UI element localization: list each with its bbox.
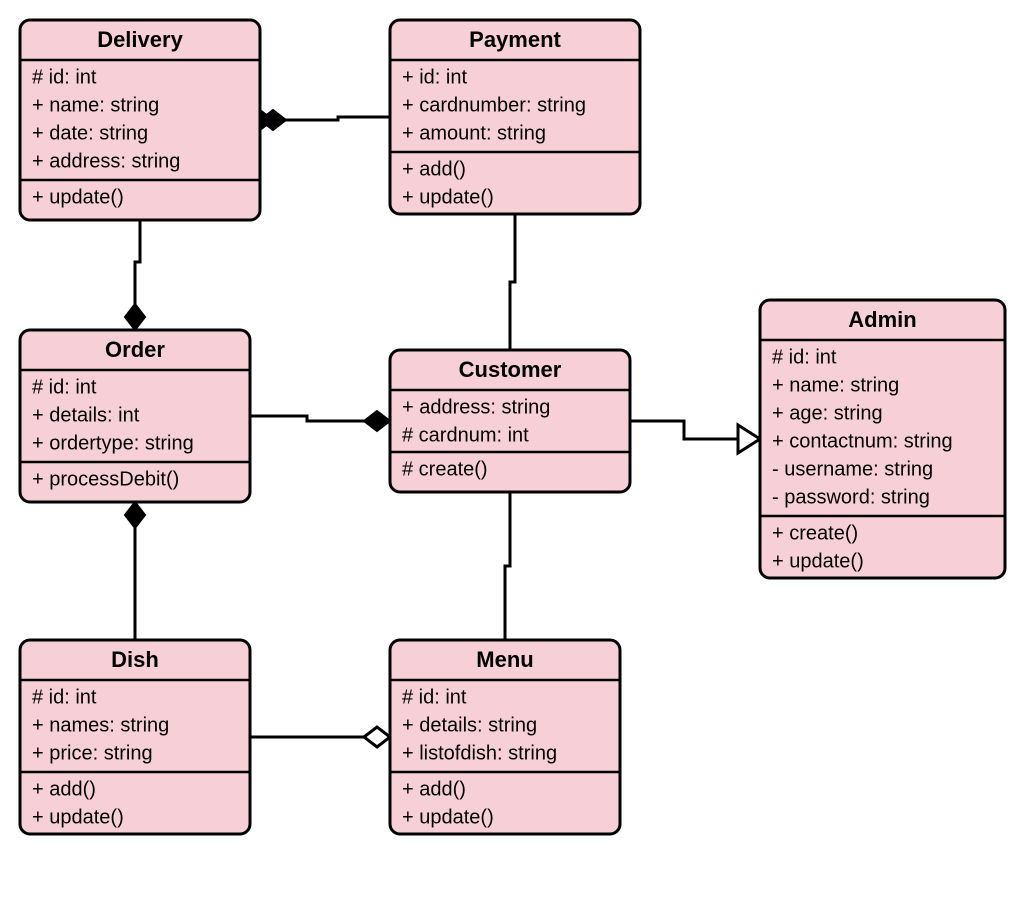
class-customer: Customer + address: string # cardnum: int #… bbox=[390, 350, 630, 492]
class-delivery: Delivery# id: int + name: string + date: s… bbox=[20, 20, 260, 220]
class-admin-method-0: + create() bbox=[772, 522, 858, 544]
class-delivery-attr-0: # id: int bbox=[32, 66, 97, 88]
class-customer-attr-0: + address: string bbox=[402, 396, 550, 418]
class-dish: Dish # id: int + names: string + price: str… bbox=[20, 640, 250, 834]
class-menu-title: Menu bbox=[476, 647, 533, 672]
class-payment: Payment+ id: int + cardnumber: string + am… bbox=[390, 20, 640, 214]
class-delivery-attr-3: + address: string bbox=[32, 150, 180, 172]
class-payment-attr-1: + cardnumber: string bbox=[402, 94, 586, 116]
class-payment-attr-2: + amount: string bbox=[402, 122, 546, 144]
class-menu-method-1: + update() bbox=[402, 806, 494, 828]
class-menu-attr-0: # id: int bbox=[402, 686, 467, 708]
class-dish-method-0: + add() bbox=[32, 778, 96, 800]
class-dish-title: Dish bbox=[111, 647, 159, 672]
class-payment-method-0: + add() bbox=[402, 158, 466, 180]
class-order-attr-2: + ordertype: string bbox=[32, 432, 194, 454]
relation-customer-menu bbox=[505, 492, 510, 640]
relation-delivery-payment bbox=[286, 117, 390, 120]
class-delivery-title: Delivery bbox=[97, 27, 183, 52]
class-admin-title: Admin bbox=[848, 307, 916, 332]
class-customer-title: Customer bbox=[459, 357, 562, 382]
class-order-attr-0: # id: int bbox=[32, 376, 97, 398]
class-dish-method-1: + update() bbox=[32, 806, 124, 828]
relation-delivery-order bbox=[135, 220, 140, 304]
class-dish-attr-1: + names: string bbox=[32, 714, 169, 736]
class-dish-attr-2: + price: string bbox=[32, 742, 153, 764]
class-delivery-attr-2: + date: string bbox=[32, 122, 148, 144]
class-admin-attr-1: + name: string bbox=[772, 374, 899, 396]
class-menu-method-0: + add() bbox=[402, 778, 466, 800]
class-delivery-method-0: + update() bbox=[32, 186, 124, 208]
class-payment-title: Payment bbox=[469, 27, 561, 52]
class-menu-attr-1: + details: string bbox=[402, 714, 537, 736]
class-admin-attr-4: - username: string bbox=[772, 458, 933, 480]
class-delivery-attr-1: + name: string bbox=[32, 94, 159, 116]
class-menu-attr-2: + listofdish: string bbox=[402, 742, 557, 764]
class-dish-attr-0: # id: int bbox=[32, 686, 97, 708]
class-admin-method-1: + update() bbox=[772, 550, 864, 572]
class-admin-attr-3: + contactnum: string bbox=[772, 430, 953, 452]
class-admin-attr-2: + age: string bbox=[772, 402, 883, 424]
class-admin-attr-0: # id: int bbox=[772, 346, 837, 368]
class-admin: Admin # id: int + name: string + age: strin… bbox=[760, 300, 1005, 578]
class-order-title: Order bbox=[105, 337, 165, 362]
relation-order-customer bbox=[250, 416, 364, 421]
uml-class-diagram: Delivery# id: int+ name: string+ date: s… bbox=[0, 0, 1027, 900]
relation-customer-admin bbox=[630, 421, 738, 439]
class-order-method-0: + processDebit() bbox=[32, 468, 179, 490]
class-order-attr-1: + details: int bbox=[32, 404, 140, 426]
relation-payment-customer bbox=[510, 214, 515, 350]
class-customer-attr-1: # cardnum: int bbox=[402, 424, 529, 446]
class-menu: Menu # id: int + details: string + listofdi… bbox=[390, 640, 620, 834]
class-customer-method-0: # create() bbox=[402, 458, 488, 480]
class-payment-method-1: + update() bbox=[402, 186, 494, 208]
class-order: Order # id: int + details: int + ordertype:… bbox=[20, 330, 250, 502]
class-admin-attr-5: - password: string bbox=[772, 486, 930, 508]
class-payment-attr-0: + id: int bbox=[402, 66, 467, 88]
